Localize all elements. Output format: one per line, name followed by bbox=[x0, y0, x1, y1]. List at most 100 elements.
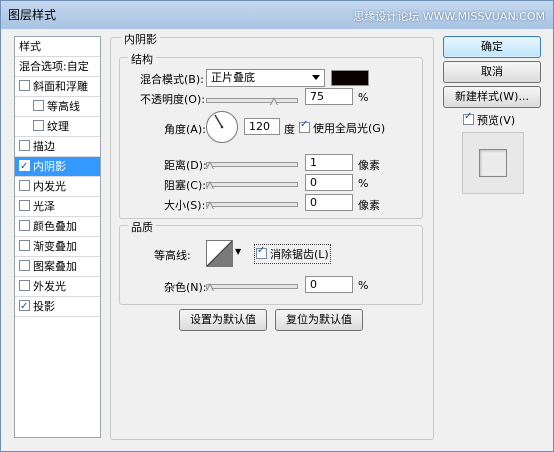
inner-shadow-title: 内阴影 bbox=[121, 31, 160, 47]
contour-picker[interactable] bbox=[206, 240, 233, 267]
color-overlay-checkbox[interactable] bbox=[19, 220, 30, 231]
opacity-slider[interactable] bbox=[206, 98, 298, 103]
shadow-color-swatch[interactable] bbox=[331, 70, 369, 86]
preview-label: 预览(V) bbox=[477, 114, 516, 127]
distance-slider-thumb[interactable] bbox=[206, 161, 214, 170]
preview-checkbox[interactable] bbox=[463, 111, 474, 125]
make-default-button[interactable]: 设置为默认值 bbox=[179, 309, 267, 331]
inner-glow-checkbox[interactable] bbox=[19, 180, 30, 191]
angle-input[interactable]: 120 bbox=[244, 118, 280, 135]
contour-dropdown-arrow-icon[interactable]: ▼ bbox=[235, 247, 241, 256]
noise-slider-thumb[interactable] bbox=[206, 283, 214, 292]
use-global-light-label: 使用全局光(G) bbox=[313, 122, 386, 135]
anti-aliased-label: 消除锯齿(L) bbox=[270, 248, 329, 261]
title-bar: 图层样式 思缘设计论坛 WWW.MISSVUAN.COM bbox=[1, 1, 553, 29]
satin-checkbox[interactable] bbox=[19, 200, 30, 211]
drop-shadow-checkbox[interactable] bbox=[19, 297, 30, 317]
sidebar-item-label: 斜面和浮雕 bbox=[33, 80, 88, 93]
sidebar-item-stroke[interactable]: 描边 bbox=[15, 137, 100, 157]
sidebar-item-bevel-emboss[interactable]: 斜面和浮雕 bbox=[15, 77, 100, 97]
opacity-unit: % bbox=[358, 91, 369, 104]
bevel-emboss-checkbox[interactable] bbox=[19, 80, 30, 91]
texture-checkbox[interactable] bbox=[33, 120, 44, 131]
sidebar-item-label: 图案叠加 bbox=[33, 260, 77, 273]
gradient-overlay-checkbox[interactable] bbox=[19, 240, 30, 251]
use-global-light-toggle[interactable]: 使用全局光(G) bbox=[299, 119, 386, 136]
new-style-button[interactable]: 新建样式(W)... bbox=[443, 86, 541, 108]
distance-unit: 像素 bbox=[358, 159, 380, 172]
distance-input[interactable]: 1 bbox=[305, 154, 353, 171]
outer-glow-checkbox[interactable] bbox=[19, 280, 30, 291]
contour-checkbox[interactable] bbox=[33, 100, 44, 111]
sidebar-item-label: 内发光 bbox=[33, 180, 66, 193]
size-slider-thumb[interactable] bbox=[206, 201, 214, 210]
sidebar-item-pattern-overlay[interactable]: 图案叠加 bbox=[15, 257, 100, 277]
sidebar-item-label: 内阴影 bbox=[33, 160, 66, 173]
pattern-overlay-checkbox[interactable] bbox=[19, 260, 30, 271]
sidebar-item-label: 等高线 bbox=[47, 100, 80, 113]
size-label: 大小(S): bbox=[164, 199, 206, 212]
structure-title: 结构 bbox=[128, 51, 156, 67]
angle-dial-needle bbox=[214, 114, 224, 129]
sidebar-item-label: 纹理 bbox=[47, 120, 69, 133]
cancel-button[interactable]: 取消 bbox=[443, 61, 541, 83]
window-title: 图层样式 bbox=[8, 8, 57, 22]
anti-aliased-toggle[interactable]: 消除锯齿(L) bbox=[254, 244, 331, 264]
blending-options-item[interactable]: 混合选项:自定 bbox=[15, 57, 100, 77]
size-slider[interactable] bbox=[206, 202, 298, 207]
angle-unit: 度 bbox=[284, 123, 295, 136]
chevron-down-icon bbox=[312, 75, 320, 80]
reset-default-button[interactable]: 复位为默认值 bbox=[275, 309, 363, 331]
distance-slider[interactable] bbox=[206, 162, 298, 167]
sidebar-item-drop-shadow[interactable]: 投影 bbox=[15, 297, 100, 317]
blend-mode-value: 正片叠底 bbox=[211, 71, 255, 84]
sidebar-item-label: 颜色叠加 bbox=[33, 220, 77, 233]
choke-slider-thumb[interactable] bbox=[206, 181, 214, 190]
sidebar-item-label: 渐变叠加 bbox=[33, 240, 77, 253]
noise-label: 杂色(N): bbox=[164, 281, 207, 294]
blend-mode-select[interactable]: 正片叠底 bbox=[206, 69, 325, 87]
opacity-slider-thumb[interactable] bbox=[269, 97, 278, 106]
choke-slider[interactable] bbox=[206, 182, 298, 187]
distance-label: 距离(D): bbox=[164, 159, 207, 172]
inner-shadow-group: 内阴影 结构 混合模式(B): 正片叠底 不透明度(O): 75 % 角度(A)… bbox=[110, 31, 434, 440]
style-preview bbox=[462, 132, 524, 194]
opacity-input[interactable]: 75 bbox=[305, 88, 353, 105]
sidebar-item-label: 外发光 bbox=[33, 280, 66, 293]
ok-button[interactable]: 确定 bbox=[443, 36, 541, 58]
linear-contour-icon bbox=[207, 241, 232, 266]
inner-shadow-checkbox[interactable] bbox=[19, 157, 30, 177]
size-input[interactable]: 0 bbox=[305, 194, 353, 211]
sidebar-item-gradient-overlay[interactable]: 渐变叠加 bbox=[15, 237, 100, 257]
sidebar-item-texture[interactable]: 纹理 bbox=[15, 117, 100, 137]
angle-label: 角度(A): bbox=[164, 123, 206, 136]
choke-input[interactable]: 0 bbox=[305, 174, 353, 191]
watermark: 思缘设计论坛 WWW.MISSVUAN.COM bbox=[353, 10, 545, 23]
preview-swatch bbox=[479, 149, 507, 177]
size-unit: 像素 bbox=[358, 199, 380, 212]
sidebar-item-contour[interactable]: 等高线 bbox=[15, 97, 100, 117]
stroke-checkbox[interactable] bbox=[19, 140, 30, 151]
sidebar-item-inner-shadow[interactable]: 内阴影 bbox=[15, 157, 100, 177]
choke-label: 阻塞(C): bbox=[164, 179, 206, 192]
opacity-label: 不透明度(O): bbox=[140, 93, 205, 106]
quality-title: 品质 bbox=[128, 219, 156, 235]
sidebar-item-outer-glow[interactable]: 外发光 bbox=[15, 277, 100, 297]
noise-input[interactable]: 0 bbox=[305, 276, 353, 293]
blend-mode-label: 混合模式(B): bbox=[140, 73, 204, 86]
sidebar-item-label: 光泽 bbox=[33, 200, 55, 213]
sidebar-item-label: 投影 bbox=[33, 300, 55, 313]
sidebar-item-satin[interactable]: 光泽 bbox=[15, 197, 100, 217]
quality-group: 品质 等高线: ▼ 消除锯齿(L) 杂色(N): 0 % bbox=[119, 219, 423, 305]
preview-toggle[interactable]: 预览(V) bbox=[463, 111, 516, 128]
sidebar-item-color-overlay[interactable]: 颜色叠加 bbox=[15, 217, 100, 237]
anti-aliased-checkbox[interactable] bbox=[256, 245, 267, 259]
sidebar-item-inner-glow[interactable]: 内发光 bbox=[15, 177, 100, 197]
choke-unit: % bbox=[358, 177, 369, 190]
contour-label: 等高线: bbox=[154, 249, 191, 262]
angle-dial[interactable] bbox=[206, 111, 238, 143]
noise-slider[interactable] bbox=[206, 284, 298, 289]
sidebar-item-label: 描边 bbox=[33, 140, 55, 153]
use-global-light-checkbox[interactable] bbox=[299, 119, 310, 133]
styles-header[interactable]: 样式 bbox=[15, 37, 100, 57]
